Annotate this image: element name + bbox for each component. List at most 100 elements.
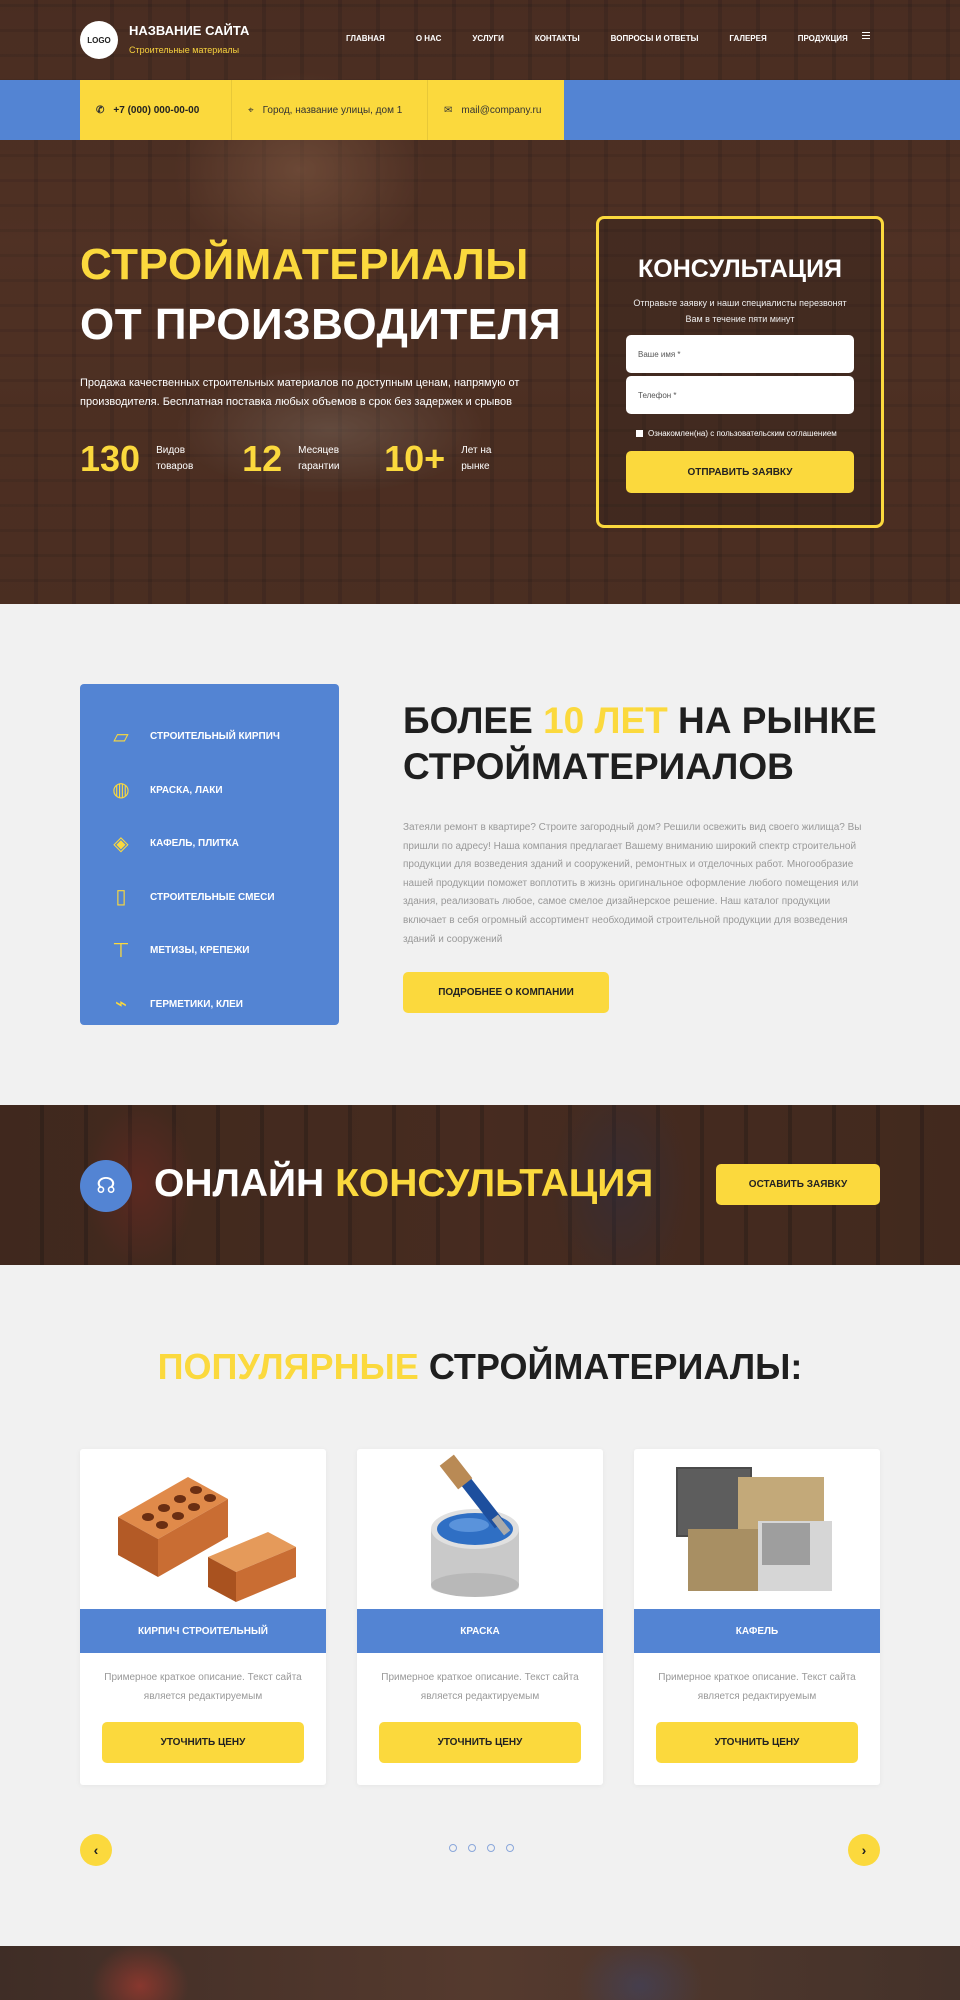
hero-title-highlight: СТРОЙМАТЕРИАЛЫ xyxy=(80,240,529,289)
chevron-right-icon[interactable]: › xyxy=(848,1834,880,1866)
online-consult-banner: ☊ ОНЛАЙН КОНСУЛЬТАЦИЯ ОСТАВИТЬ ЗАЯВКУ xyxy=(0,1105,960,1265)
category-item[interactable]: ◍ КРАСКА, ЛАКИ xyxy=(80,764,339,818)
category-label: СТРОИТЕЛЬНЫЕ СМЕСИ xyxy=(150,891,275,903)
consultation-form: КОНСУЛЬТАЦИЯ Отправьте заявку и наши спе… xyxy=(596,216,884,528)
category-label: МЕТИЗЫ, КРЕПЕЖИ xyxy=(150,945,250,957)
main-menu: ГЛАВНАЯ О НАС УСЛУГИ КОНТАКТЫ ВОПРОСЫ И … xyxy=(346,34,879,43)
next-section-background xyxy=(0,1946,960,2000)
check-price-button[interactable]: УТОЧНИТЬ ЦЕНУ xyxy=(656,1722,858,1763)
check-price-button[interactable]: УТОЧНИТЬ ЦЕНУ xyxy=(102,1722,304,1763)
email-contact[interactable]: ✉ mail@company.ru xyxy=(428,80,564,140)
popular-title-highlight: ПОПУЛЯРНЫЕ xyxy=(157,1346,419,1387)
carousel-dot[interactable] xyxy=(468,1844,476,1852)
carousel-dot[interactable] xyxy=(449,1844,457,1852)
about-title-line2: СТРОЙМАТЕРИАЛОВ xyxy=(403,746,794,787)
product-card: КИРПИЧ СТРОИТЕЛЬНЫЙ Примерное краткое оп… xyxy=(80,1449,326,1785)
site-tagline: Строительные материалы xyxy=(129,45,240,55)
category-label: ГЕРМЕТИКИ, КЛЕИ xyxy=(150,998,243,1010)
carousel-dots xyxy=(449,1844,514,1852)
category-item[interactable]: ◈ КАФЕЛЬ, ПЛИТКА xyxy=(80,817,339,871)
address-text: Город, название улицы, дом 1 xyxy=(262,104,403,116)
stat-label: Месяцев гарантии xyxy=(298,445,340,472)
about-more-button[interactable]: ПОДРОБНЕЕ О КОМПАНИИ xyxy=(403,972,609,1013)
product-card: КАФЕЛЬ Примерное краткое описание. Текст… xyxy=(634,1449,880,1785)
site-name[interactable]: НАЗВАНИЕ САЙТА xyxy=(129,23,249,38)
cement-bag-icon: ▯ xyxy=(115,886,127,909)
form-title: КОНСУЛЬТАЦИЯ xyxy=(637,255,843,283)
site-logo[interactable]: LOGO xyxy=(80,21,118,59)
about-title-highlight: 10 ЛЕТ xyxy=(543,700,668,741)
phone-contact[interactable]: ✆ +7 (000) 000-00-00 xyxy=(80,80,232,140)
chevron-left-icon[interactable]: ‹ xyxy=(80,1834,112,1866)
product-description: Примерное краткое описание. Текст сайта … xyxy=(658,1672,856,1702)
category-item[interactable]: ▱ СТРОИТЕЛЬНЫЙ КИРПИЧ xyxy=(80,710,339,764)
product-description: Примерное краткое описание. Текст сайта … xyxy=(104,1672,302,1702)
top-navigation: LOGO НАЗВАНИЕ САЙТА Строительные материа… xyxy=(0,0,960,80)
check-price-button[interactable]: УТОЧНИТЬ ЦЕНУ xyxy=(379,1722,581,1763)
location-pin-icon: ⌖ xyxy=(248,104,254,116)
paint-can-image xyxy=(431,1454,519,1597)
popular-title-rest: СТРОЙМАТЕРИАЛЫ: xyxy=(418,1346,803,1387)
brick-icon: ▱ xyxy=(113,725,129,748)
leave-request-button[interactable]: ОСТАВИТЬ ЗАЯВКУ xyxy=(716,1164,880,1205)
stat-value: 130 xyxy=(80,438,141,479)
form-subtitle: Отправьте заявку и наши специалисты пере… xyxy=(633,298,847,324)
stat-item: 130 Видов товаров xyxy=(80,438,216,480)
name-input[interactable] xyxy=(626,335,854,373)
about-title-part: БОЛЕЕ xyxy=(403,700,544,741)
bricks-image xyxy=(118,1477,296,1602)
category-item[interactable]: ▯ СТРОИТЕЛЬНЫЕ СМЕСИ xyxy=(80,871,339,925)
email-text: mail@company.ru xyxy=(461,104,542,116)
operator-icon: ☊ xyxy=(80,1160,132,1212)
menu-item-services[interactable]: УСЛУГИ xyxy=(472,34,503,43)
phone-number: +7 (000) 000-00-00 xyxy=(113,104,200,116)
about-text: Затеяли ремонт в квартире? Строите загор… xyxy=(403,822,862,945)
menu-item-home[interactable]: ГЛАВНАЯ xyxy=(346,34,385,43)
carousel-dot[interactable] xyxy=(506,1844,514,1852)
about-title: БОЛЕЕ 10 ЛЕТ НА РЫНКЕ СТРОЙМАТЕРИАЛОВ xyxy=(403,698,877,790)
envelope-icon: ✉ xyxy=(444,104,453,116)
tiles-icon: ◈ xyxy=(113,832,129,855)
phone-icon: ✆ xyxy=(96,104,105,116)
hero-section: LOGO НАЗВАНИЕ САЙТА Строительные материа… xyxy=(0,0,960,604)
product-description: Примерное краткое описание. Текст сайта … xyxy=(381,1672,579,1702)
stat-value: 10+ xyxy=(384,438,446,479)
phone-input[interactable] xyxy=(626,376,854,414)
banner-title-part: ОНЛАЙН xyxy=(154,1162,336,1205)
stat-label: Видов товаров xyxy=(156,445,194,472)
stat-value: 12 xyxy=(242,438,283,479)
category-label: КРАСКА, ЛАКИ xyxy=(150,784,223,796)
popular-title: ПОПУЛЯРНЫЕ СТРОЙМАТЕРИАЛЫ: xyxy=(0,1346,960,1388)
carousel-dot[interactable] xyxy=(487,1844,495,1852)
hamburger-icon[interactable] xyxy=(862,32,870,39)
hero-title: ОТ ПРОИЗВОДИТЕЛЯ xyxy=(80,300,562,349)
hero-description: Продажа качественных строительных матери… xyxy=(80,377,520,408)
category-label: СТРОИТЕЛЬНЫЙ КИРПИЧ xyxy=(150,731,280,743)
product-card: КРАСКА Примерное краткое описание. Текст… xyxy=(357,1449,603,1785)
menu-item-about[interactable]: О НАС xyxy=(416,34,442,43)
product-name: КИРПИЧ СТРОИТЕЛЬНЫЙ xyxy=(80,1609,326,1653)
product-name: КРАСКА xyxy=(357,1609,603,1653)
tile-samples-image xyxy=(676,1467,832,1591)
category-item[interactable]: ⌁ ГЕРМЕТИКИ, КЛЕИ xyxy=(80,978,339,1032)
category-label: КАФЕЛЬ, ПЛИТКА xyxy=(150,838,239,850)
contact-bar: ✆ +7 (000) 000-00-00 ⌖ Город, название у… xyxy=(0,80,960,140)
banner-title-highlight: КОНСУЛЬТАЦИЯ xyxy=(335,1162,654,1205)
menu-item-gallery[interactable]: ГАЛЕРЕЯ xyxy=(729,34,766,43)
menu-item-contacts[interactable]: КОНТАКТЫ xyxy=(535,34,580,43)
stat-item: 10+ Лет на рынке xyxy=(384,438,521,480)
agreement-label: Ознакомлен(на) с пользовательским соглаш… xyxy=(648,429,837,438)
category-item[interactable]: ⊤ МЕТИЗЫ, КРЕПЕЖИ xyxy=(80,924,339,978)
sealant-gun-icon: ⌁ xyxy=(114,993,128,1016)
stat-item: 12 Месяцев гарантии xyxy=(242,438,358,480)
contact-info-block: ✆ +7 (000) 000-00-00 ⌖ Город, название у… xyxy=(80,80,564,140)
agreement-checkbox[interactable]: Ознакомлен(на) с пользовательским соглаш… xyxy=(636,429,837,438)
checkbox-box[interactable] xyxy=(636,430,643,437)
screws-icon: ⊤ xyxy=(112,939,130,962)
stat-label: Лет на рынке xyxy=(461,445,492,472)
product-name: КАФЕЛЬ xyxy=(634,1609,880,1653)
menu-item-products[interactable]: ПРОДУКЦИЯ xyxy=(798,34,848,43)
banner-title: ОНЛАЙН КОНСУЛЬТАЦИЯ xyxy=(154,1162,653,1206)
submit-request-button[interactable]: ОТПРАВИТЬ ЗАЯВКУ xyxy=(626,451,854,493)
menu-item-faq[interactable]: ВОПРОСЫ И ОТВЕТЫ xyxy=(611,34,699,43)
